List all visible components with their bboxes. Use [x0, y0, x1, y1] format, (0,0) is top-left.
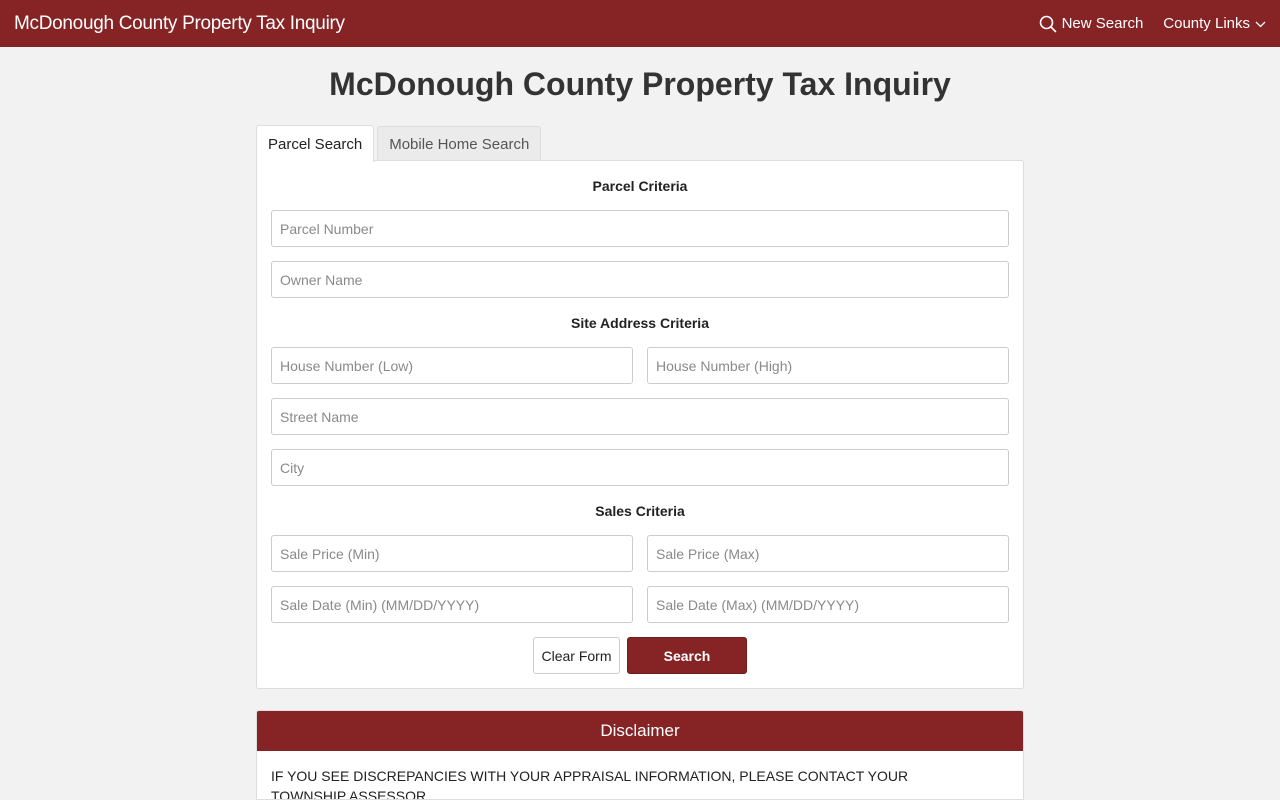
new-search-label: New Search: [1061, 15, 1144, 32]
site-address-heading: Site Address Criteria: [571, 315, 709, 331]
search-button[interactable]: Search: [627, 637, 747, 674]
sales-criteria-heading: Sales Criteria: [595, 503, 685, 519]
house-number-high-input[interactable]: [647, 347, 1009, 384]
disclaimer-panel: Disclaimer IF YOU SEE DISCREPANCIES WITH…: [256, 710, 1024, 800]
parcel-criteria-heading: Parcel Criteria: [592, 178, 688, 194]
tab-mobile-home-search[interactable]: Mobile Home Search: [377, 126, 542, 161]
top-navbar: McDonough County Property Tax Inquiry Ne…: [0, 0, 1280, 47]
street-name-input[interactable]: [271, 398, 1009, 435]
sale-date-min-input[interactable]: [271, 586, 633, 623]
sale-date-max-input[interactable]: [647, 586, 1009, 623]
tab-parcel-search[interactable]: Parcel Search: [256, 125, 375, 162]
parcel-search-panel: Parcel Criteria Site Address Criteria Sa…: [256, 160, 1024, 689]
sale-price-max-input[interactable]: [647, 535, 1009, 572]
parcel-number-input[interactable]: [271, 210, 1009, 247]
search-icon: [1039, 15, 1057, 33]
nav-links: New Search County Links: [1039, 15, 1266, 33]
owner-name-input[interactable]: [271, 261, 1009, 298]
site-brand[interactable]: McDonough County Property Tax Inquiry: [14, 13, 345, 35]
city-input[interactable]: [271, 449, 1009, 486]
disclaimer-heading: Disclaimer: [257, 711, 1023, 751]
clear-form-button[interactable]: Clear Form: [533, 637, 620, 674]
county-links-label: County Links: [1163, 15, 1250, 32]
chevron-down-icon: [1255, 20, 1266, 28]
sale-price-min-input[interactable]: [271, 535, 633, 572]
disclaimer-text: IF YOU SEE DISCREPANCIES WITH YOUR APPRA…: [271, 768, 909, 800]
new-search-link[interactable]: New Search: [1039, 15, 1144, 33]
page-title: McDonough County Property Tax Inquiry: [329, 66, 951, 102]
house-number-low-input[interactable]: [271, 347, 633, 384]
county-links-dropdown[interactable]: County Links: [1163, 15, 1266, 32]
search-tabs: Parcel Search Mobile Home Search: [256, 125, 542, 162]
